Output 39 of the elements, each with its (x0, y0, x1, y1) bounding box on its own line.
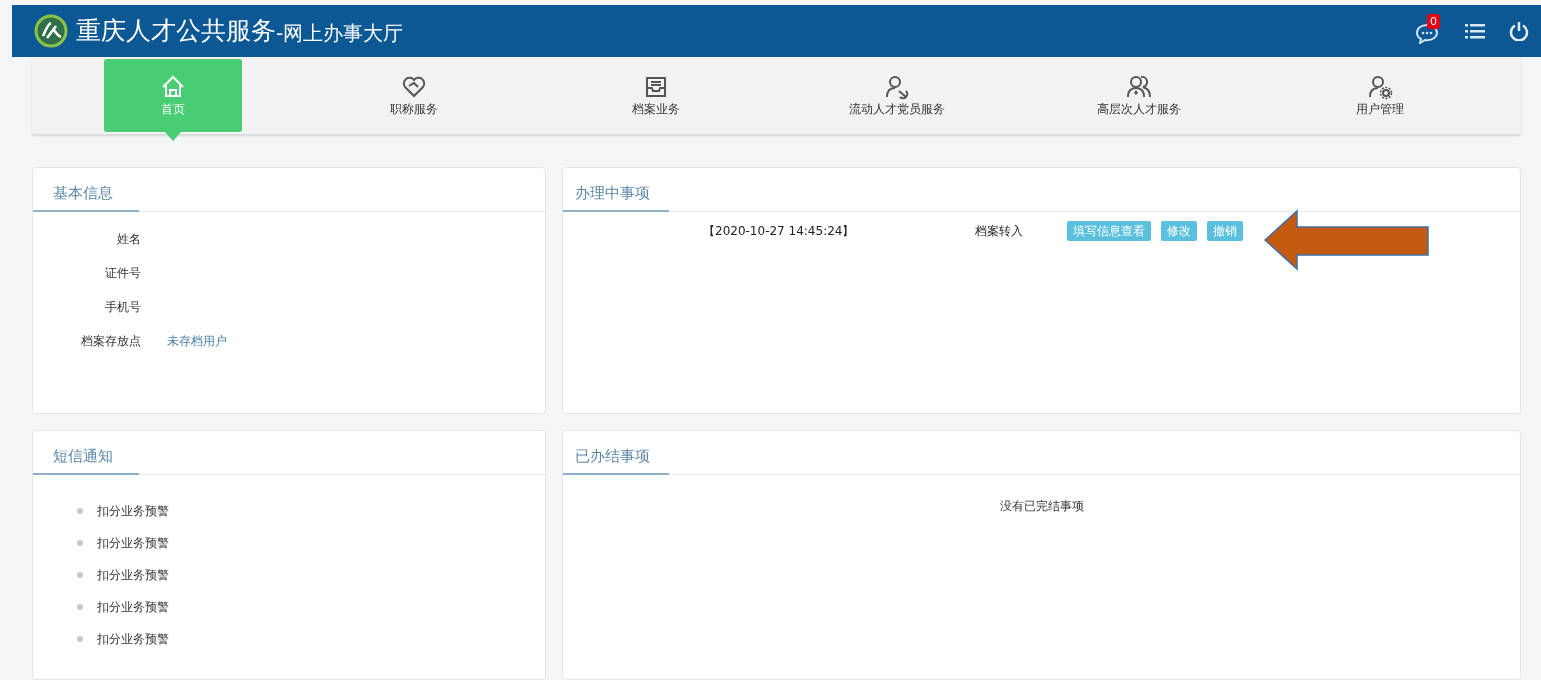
nav-tab[interactable]: 流动人才党员服务 (828, 59, 967, 132)
logo-icon (34, 13, 68, 48)
notification-item[interactable]: 扣分业务预警 (97, 501, 169, 520)
item-time: 【2020-10-27 14:45:24】 (703, 223, 856, 240)
notification-item[interactable]: 扣分业务预警 (97, 533, 169, 552)
nav-tab[interactable]: 高层次人才服务 (1069, 59, 1208, 132)
card-title: 基本信息 (33, 181, 139, 212)
nav-tab[interactable]: 档案业务 (586, 59, 725, 132)
nav-tab[interactable]: 用户管理 (1311, 59, 1450, 132)
empty-message: 没有已完结事项 (999, 498, 1084, 515)
message-count-badge: 0 (1427, 13, 1440, 29)
bullet-icon (77, 635, 83, 642)
person-emblem-icon (884, 73, 911, 100)
notification-item[interactable]: 扣分业务预警 (97, 629, 169, 648)
card-title: 办理中事项 (563, 181, 669, 212)
field-value: 未存档用户 (167, 333, 227, 350)
bullet-icon (77, 571, 83, 578)
menu-button[interactable] (1465, 21, 1485, 40)
item-type: 档案转入 (975, 223, 1024, 240)
field-label: 档案存放点 (80, 333, 141, 350)
menu-icon (1465, 21, 1485, 40)
people-icon (1125, 73, 1152, 100)
power-button[interactable] (1509, 20, 1529, 41)
site-title: 重庆人才公共服务 (76, 15, 276, 47)
messages-button[interactable]: 0 (1415, 17, 1441, 44)
notification-item[interactable]: 扣分业务预警 (97, 597, 169, 616)
notification-item[interactable]: 扣分业务预警 (97, 565, 169, 584)
card-title: 已办结事项 (563, 444, 669, 475)
user-gear-icon (1367, 73, 1394, 100)
bullet-icon (77, 603, 83, 610)
card-title: 短信通知 (33, 444, 139, 475)
bullet-icon (77, 507, 83, 514)
nav-tab[interactable]: 职称服务 (345, 59, 484, 132)
bullet-icon (77, 539, 83, 546)
field-label: 证件号 (104, 265, 141, 282)
site-subtitle: -网上办事大厅 (276, 19, 404, 47)
field-label: 手机号 (104, 299, 141, 316)
field-label: 姓名 (116, 231, 141, 248)
power-icon (1509, 20, 1529, 41)
